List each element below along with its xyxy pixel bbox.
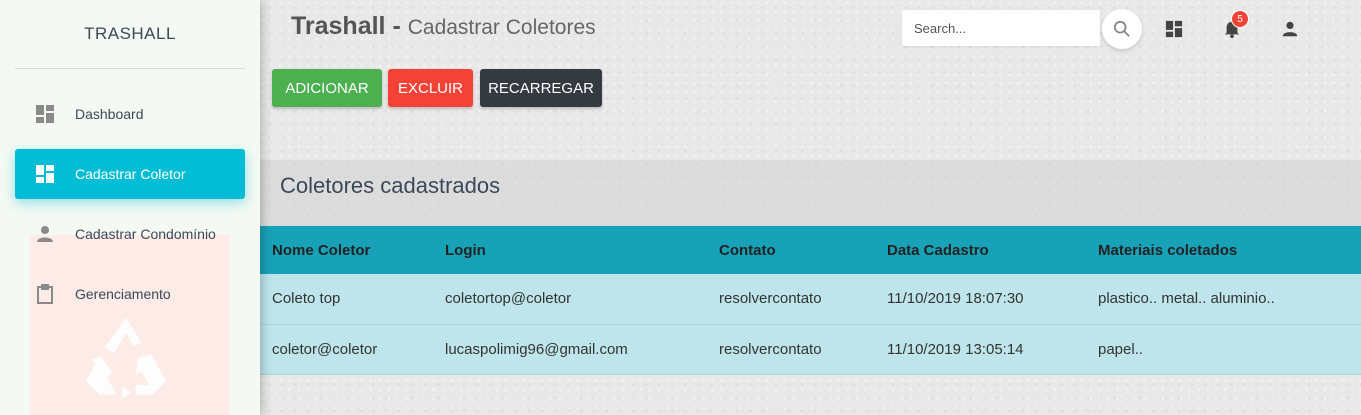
table-row[interactable]: Coleto top coletortop@coletor resolverco… [260,274,1361,324]
sidebar-item-dashboard[interactable]: Dashboard [15,89,245,139]
dashboard-icon [35,164,55,184]
sidebar-item-cadastrar-condominio[interactable]: Cadastrar Condomínio [15,209,245,259]
column-header[interactable]: Login [433,226,707,274]
table-cell: resolvercontato [719,290,822,308]
table-cell: papel.. [1098,340,1144,358]
brand-logo-text[interactable]: TRASHALL [0,24,260,44]
column-header[interactable]: Data Cadastro [875,226,1086,274]
table-cell: 11/10/2019 13:05:14 [887,340,1024,358]
table-title: Coletores cadastrados [280,173,501,198]
reload-button[interactable]: RECARREGAR [480,69,602,107]
clipboard-icon [35,284,55,304]
search-button[interactable] [1102,9,1142,49]
dashboard-button[interactable] [1163,18,1185,40]
column-header[interactable]: Contato [707,226,875,274]
table-row[interactable]: coletor@coletor lucaspolimig96@gmail.com… [260,324,1361,374]
page-subtitle: Cadastrar Coletores [407,16,596,39]
search-icon [1113,20,1130,37]
add-button[interactable]: ADICIONAR [272,69,382,107]
table-cell: plastico.. metal.. aluminio.. [1098,290,1275,308]
collectors-table: Nome Coletor Login Contato Data Cadastro… [260,226,1361,375]
dashboard-icon [1165,20,1183,38]
page-title: Trashall - Cadastrar Coletores [291,12,596,41]
divider [15,68,245,69]
column-header[interactable]: Nome Coletor [260,226,433,274]
sidebar-item-label: Cadastrar Coletor [75,166,186,182]
sidebar: TRASHALL Dashboard Cadastrar Coletor Cad… [0,0,260,415]
column-header[interactable]: Materiais coletados [1086,226,1361,274]
table-cell: coletor@coletor [272,340,378,358]
sidebar-item-label: Dashboard [75,106,144,122]
sidebar-item-cadastrar-coletor[interactable]: Cadastrar Coletor [15,149,245,199]
recycle-icon [85,317,167,399]
notification-count-badge: 5 [1231,10,1249,28]
table-header-row: Nome Coletor Login Contato Data Cadastro… [260,226,1361,274]
sidebar-item-gerenciamento[interactable]: Gerenciamento [15,269,245,319]
search-input[interactable] [902,10,1100,46]
delete-button[interactable]: EXCLUIR [388,69,473,107]
person-icon [1282,21,1298,37]
sidebar-item-label: Gerenciamento [75,286,171,302]
sidebar-item-label: Cadastrar Condomínio [75,226,216,242]
app-title: Trashall - [291,12,401,40]
table-cell: lucaspolimig96@gmail.com [445,340,628,358]
dashboard-icon [35,104,55,124]
table-cell: resolvercontato [719,340,822,358]
person-icon [35,224,55,244]
profile-button[interactable] [1279,18,1301,40]
table-cell: coletortop@coletor [445,290,572,308]
table-cell: 11/10/2019 18:07:30 [887,290,1024,308]
table-cell: Coleto top [272,290,341,308]
